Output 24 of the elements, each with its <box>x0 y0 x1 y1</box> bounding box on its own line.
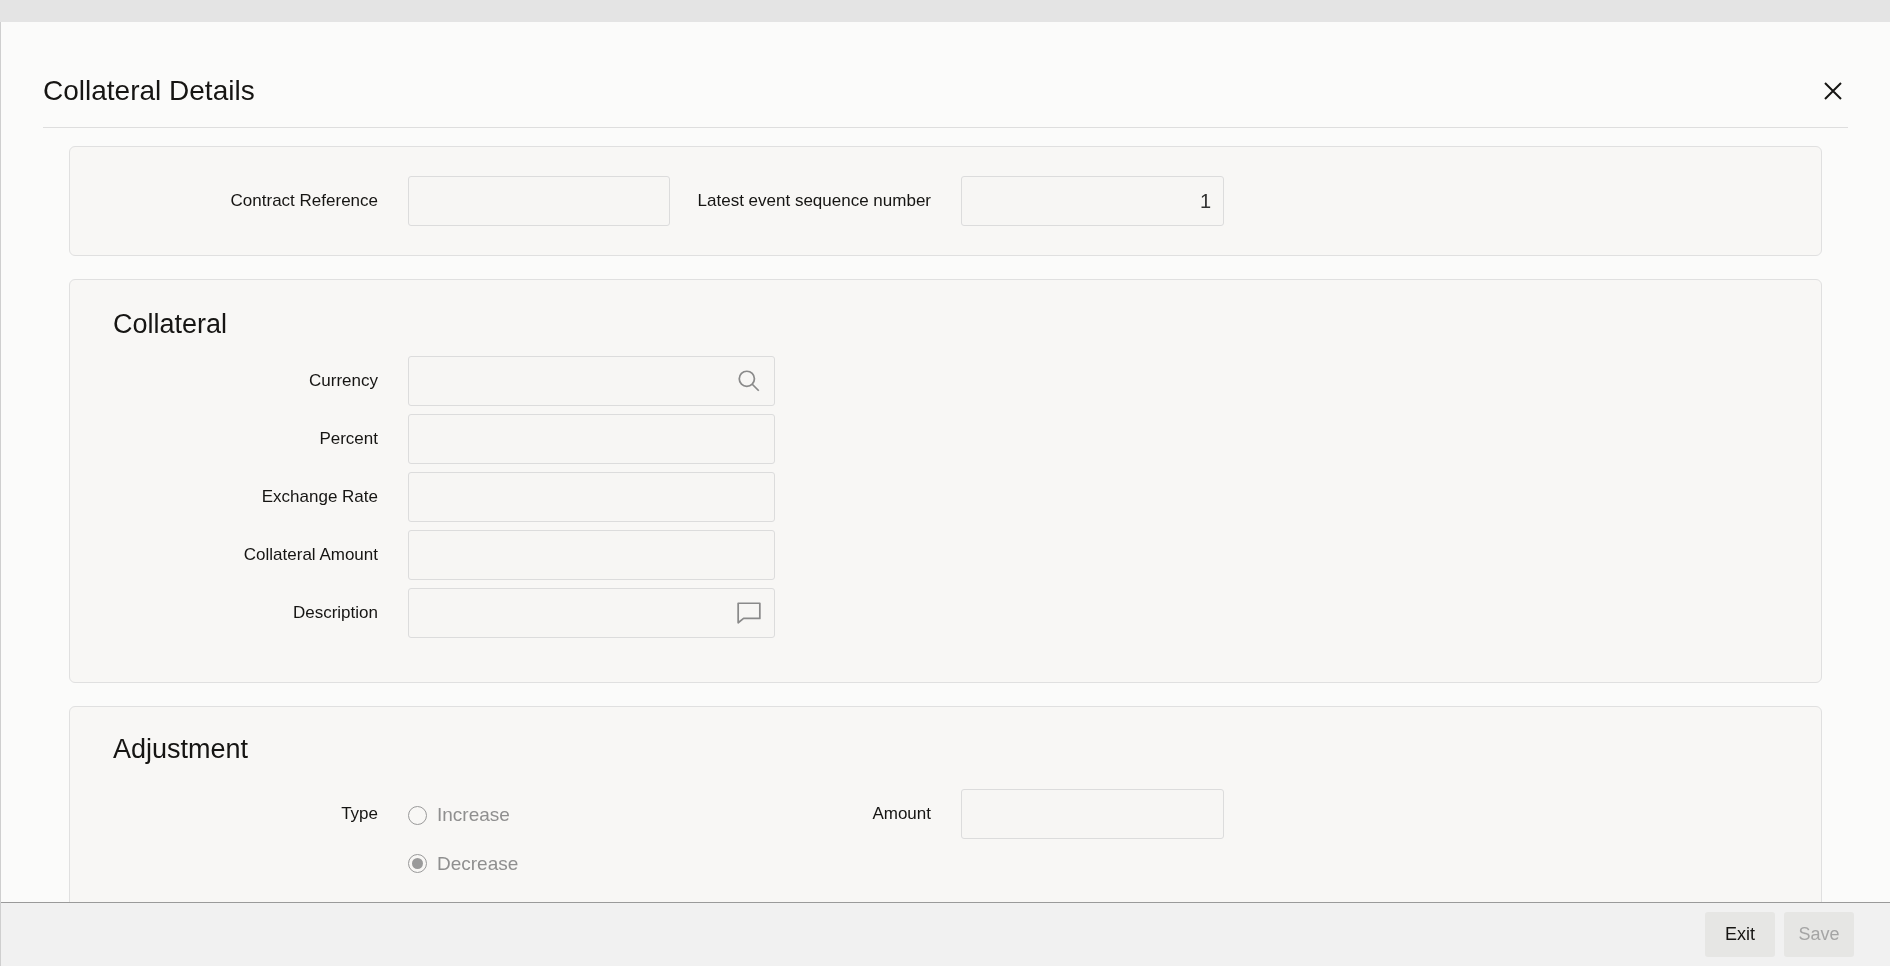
field-label: Description <box>292 602 378 625</box>
field-label: Type <box>341 803 378 826</box>
field-label: Percent <box>319 428 378 451</box>
close-icon <box>1823 80 1843 101</box>
dialog-title: Collateral Details <box>43 73 255 108</box>
input-field[interactable] <box>408 176 670 226</box>
section-heading: Collateral <box>113 309 228 339</box>
input-field[interactable] <box>408 472 775 522</box>
input-field[interactable]: 1 <box>961 176 1224 226</box>
comment-icon[interactable] <box>736 601 762 625</box>
exit-button[interactable]: Exit <box>1705 912 1775 957</box>
field-label: Contract Reference <box>230 190 378 213</box>
field-label: Amount <box>872 803 931 826</box>
field-label: Currency <box>309 370 378 393</box>
section-heading: Adjustment <box>113 734 249 764</box>
field-label: Exchange Rate <box>261 486 378 509</box>
search-icon[interactable] <box>736 368 762 394</box>
input-field[interactable] <box>408 414 775 464</box>
currency-field[interactable] <box>408 356 775 406</box>
field-label: Collateral Amount <box>243 544 378 567</box>
input-field[interactable] <box>961 789 1224 839</box>
field-label: Latest event sequence number <box>697 190 931 213</box>
description-field[interactable] <box>408 588 775 638</box>
input-field[interactable] <box>408 530 775 580</box>
